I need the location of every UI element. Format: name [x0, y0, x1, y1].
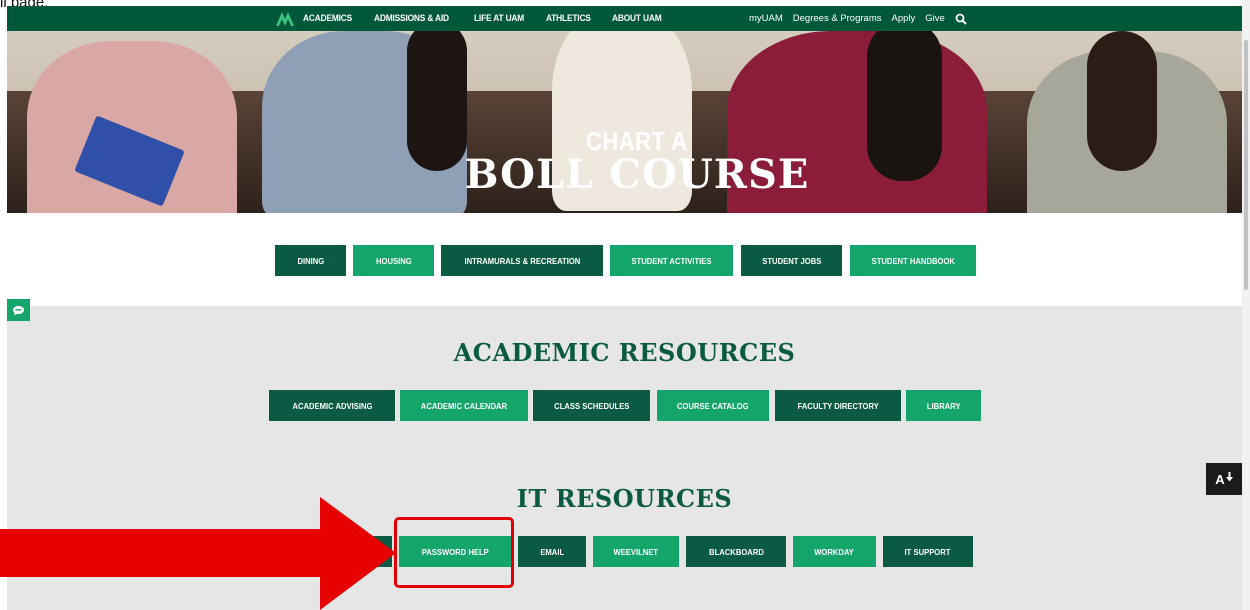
- nav-athletics[interactable]: ATHLETICS: [546, 13, 591, 24]
- red-arrow-annotation: [0, 497, 396, 610]
- nav-academics[interactable]: ACADEMICS: [303, 13, 352, 24]
- intramurals-recreation-button[interactable]: INTRAMURALS & RECREATION: [441, 245, 603, 276]
- hero-line-1: CHART A: [586, 126, 688, 156]
- academic-advising-button[interactable]: ACADEMIC ADVISING: [269, 390, 395, 421]
- uam-logo-icon[interactable]: [273, 6, 297, 31]
- text-resize-icon: A: [1215, 471, 1225, 487]
- nav-about-uam[interactable]: ABOUT UAM: [612, 13, 662, 24]
- nav-degrees-programs[interactable]: Degrees & Programs: [793, 13, 882, 24]
- academic-resources-title: ACADEMIC RESOURCES: [453, 338, 796, 367]
- hero-person-hair: [867, 31, 942, 181]
- weevilnet-button[interactable]: WEEVILNET: [593, 536, 679, 567]
- password-help-highlight: [394, 517, 514, 588]
- faculty-directory-button[interactable]: FACULTY DIRECTORY: [775, 390, 901, 421]
- top-navbar: ACADEMICS ADMISSIONS & AID LIFE AT UAM A…: [7, 6, 1242, 31]
- student-handbook-button[interactable]: STUDENT HANDBOOK: [850, 245, 976, 276]
- search-icon[interactable]: [955, 13, 967, 25]
- housing-button[interactable]: HOUSING: [353, 245, 434, 276]
- nav-admissions-aid[interactable]: ADMISSIONS & AID: [374, 13, 449, 24]
- nav-life-at-uam[interactable]: LIFE AT UAM: [474, 13, 524, 24]
- nav-apply[interactable]: Apply: [891, 13, 915, 24]
- student-activities-button[interactable]: STUDENT ACTIVITIES: [610, 245, 733, 276]
- blackboard-button[interactable]: BLACKBOARD: [686, 536, 786, 567]
- student-jobs-button[interactable]: STUDENT JOBS: [741, 245, 842, 276]
- academic-calendar-button[interactable]: ACADEMIC CALENDAR: [400, 390, 528, 421]
- primary-nav: ACADEMICS ADMISSIONS & AID LIFE AT UAM A…: [303, 6, 683, 31]
- dining-button[interactable]: DINING: [275, 245, 346, 276]
- hero-person-hair: [1087, 31, 1157, 171]
- library-button[interactable]: LIBRARY: [906, 390, 981, 421]
- it-support-button[interactable]: IT SUPPORT: [883, 536, 973, 567]
- nav-give[interactable]: Give: [925, 13, 945, 24]
- utility-nav: myUAM Degrees & Programs Apply Give: [749, 6, 967, 31]
- nav-myuam[interactable]: myUAM: [749, 13, 783, 24]
- arrow-down-icon: [1225, 472, 1233, 482]
- hero-headline: CHART A BOLL COURSE: [447, 126, 827, 195]
- text-resize-button[interactable]: A: [1206, 463, 1242, 495]
- chat-widget[interactable]: [7, 299, 30, 321]
- email-button[interactable]: EMAIL: [518, 536, 586, 567]
- class-schedules-button[interactable]: CLASS SCHEDULES: [533, 390, 650, 421]
- chat-bubble-icon: [13, 305, 24, 315]
- hero-banner: CHART A BOLL COURSE: [7, 31, 1242, 213]
- course-catalog-button[interactable]: COURSE CATALOG: [657, 390, 769, 421]
- scrollbar-thumb[interactable]: [1244, 40, 1248, 290]
- hero-line-2: BOLL COURSE: [464, 151, 810, 198]
- workday-button[interactable]: WORKDAY: [793, 536, 876, 567]
